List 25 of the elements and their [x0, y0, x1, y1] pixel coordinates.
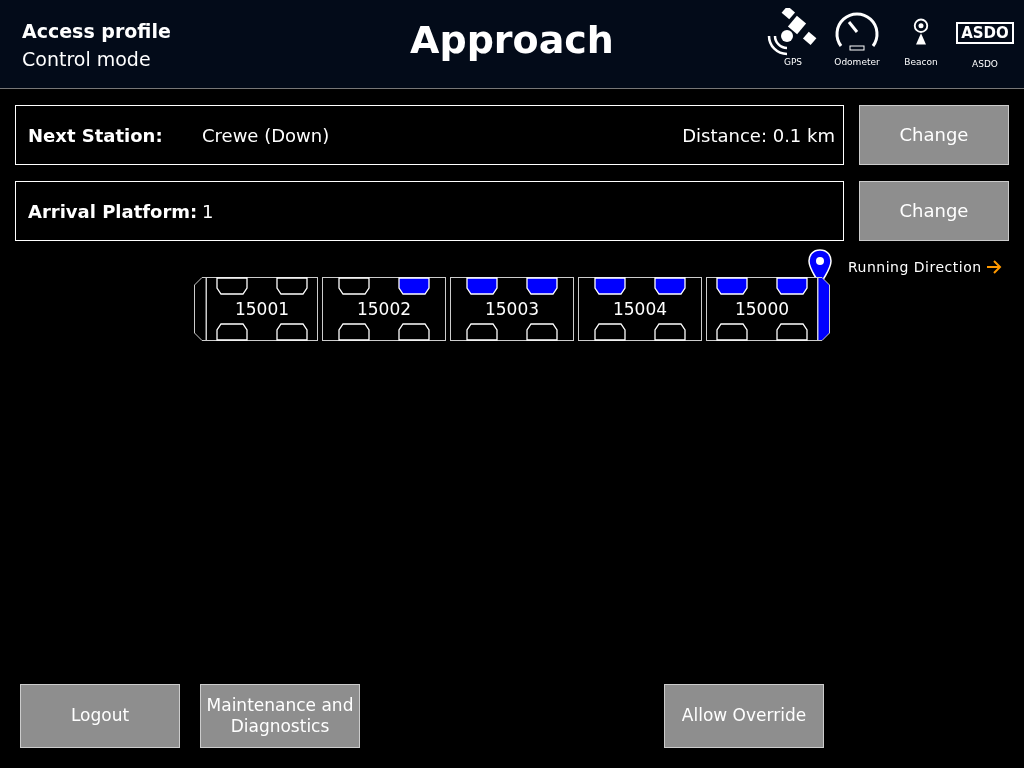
- arrow-right-icon: [985, 260, 1002, 274]
- arrival-platform-value: 1: [202, 199, 214, 224]
- access-profile-label: Access profile: [22, 19, 171, 44]
- status-label: Odometer: [834, 56, 880, 69]
- running-direction-label: Running Direction: [848, 257, 982, 277]
- car-number: 15001: [234, 298, 290, 320]
- change-platform-button[interactable]: Change: [859, 181, 1009, 241]
- status-label: ASDO: [972, 58, 998, 71]
- status-label: GPS: [783, 56, 803, 69]
- screen-title: Approach: [410, 18, 614, 62]
- car-number: 15000: [734, 298, 790, 320]
- footer-button[interactable]: Allow Override: [664, 684, 824, 748]
- asdo-indicator: ASDO: [956, 22, 1014, 44]
- distance-text: Distance: 0.1 km: [682, 123, 835, 148]
- status-label: Beacon: [904, 56, 938, 69]
- next-station-value: Crewe (Down): [202, 123, 330, 148]
- change-station-button[interactable]: Change: [859, 105, 1009, 165]
- car-number: 15004: [612, 298, 668, 320]
- car-number: 15002: [356, 298, 412, 320]
- next-station-label: Next Station:: [28, 123, 164, 148]
- car-number: 15003: [484, 298, 540, 320]
- control-mode-label: Control mode: [22, 47, 151, 72]
- arrival-platform-label: Arrival Platform:: [28, 199, 199, 224]
- footer-button[interactable]: Logout: [20, 684, 180, 748]
- footer-button[interactable]: Maintenance and Diagnostics: [200, 684, 360, 748]
